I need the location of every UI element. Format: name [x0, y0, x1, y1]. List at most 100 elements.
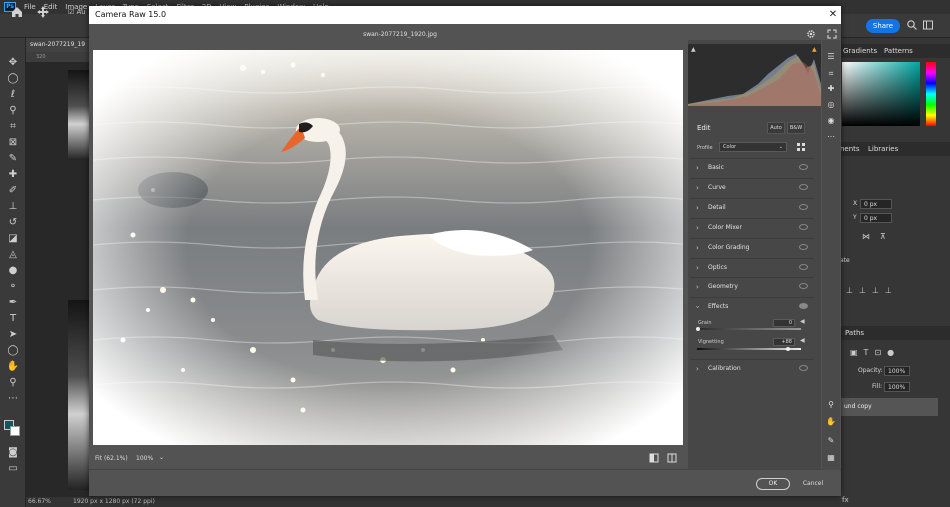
section-curve[interactable]: › Curve [690, 178, 814, 197]
red-eye-icon[interactable]: ◉ [825, 115, 837, 127]
eye-icon[interactable] [799, 224, 808, 230]
grain-slider[interactable] [697, 328, 801, 330]
blur-icon[interactable]: ● [6, 264, 20, 278]
eye-icon[interactable] [799, 264, 808, 270]
eye-icon[interactable] [799, 303, 808, 309]
compare-view-icon[interactable] [667, 453, 677, 463]
eye-icon[interactable] [799, 164, 808, 170]
tab-adjustments[interactable]: nents [840, 142, 860, 156]
fx-icon[interactable]: fx [842, 496, 849, 504]
eraser-icon[interactable]: ◪ [6, 232, 20, 246]
close-icon[interactable]: ✕ [826, 8, 840, 22]
fullscreen-icon[interactable] [827, 29, 837, 39]
path-select-icon[interactable]: ➤ [6, 328, 20, 342]
dodge-icon[interactable]: ⚬ [6, 280, 20, 294]
grid-overlay-icon[interactable]: ▦ [825, 452, 837, 464]
vignetting-value-field[interactable]: +88 [773, 338, 795, 346]
history-brush-icon[interactable]: ↺ [6, 216, 20, 230]
frame-icon[interactable]: ⊠ [6, 136, 20, 150]
ok-button[interactable]: OK [756, 478, 790, 490]
eye-icon[interactable] [799, 204, 808, 210]
tab-paths[interactable]: Paths [845, 326, 864, 340]
pen-icon[interactable]: ✒ [6, 296, 20, 310]
type-tool-icon[interactable]: T [6, 312, 20, 326]
marquee-icon[interactable]: ◯ [6, 72, 20, 86]
paint-bucket-icon[interactable]: ◬ [6, 248, 20, 262]
section-effects[interactable]: › Effects [690, 297, 814, 316]
move-icon[interactable]: ✥ [6, 56, 20, 70]
workspace-icon[interactable] [922, 19, 934, 31]
y-position-field[interactable]: 0 px [860, 213, 892, 223]
shadow-clipping-icon[interactable]: ▲ [691, 46, 696, 53]
ellipse-icon[interactable]: ◯ [6, 344, 20, 358]
zoom-100-option[interactable]: 100% [136, 455, 153, 462]
heal-tool-icon[interactable]: ✚ [825, 83, 837, 95]
highlight-clipping-icon[interactable]: ▲ [812, 46, 817, 53]
menu-file[interactable]: File [24, 3, 36, 11]
quick-select-icon[interactable]: ⚲ [6, 104, 20, 118]
section-detail[interactable]: › Detail [690, 198, 814, 217]
sampler-icon[interactable]: ✎ [825, 435, 837, 447]
document-tab[interactable]: swan-2077219_19 [26, 38, 94, 52]
quick-mask-icon[interactable]: ◙ [6, 446, 20, 460]
zoom-dropdown-icon[interactable]: ⌄ [159, 454, 164, 461]
section-calibration[interactable]: › Calibration [690, 359, 814, 378]
eye-icon[interactable] [799, 244, 808, 250]
hand-icon[interactable]: ✋ [6, 360, 20, 374]
more-options-icon[interactable]: ⋯ [825, 131, 837, 143]
tab-libraries[interactable]: Libraries [868, 142, 898, 156]
crop-rotate-icon[interactable]: ⌗ [825, 68, 837, 80]
edit-tool-icon[interactable]: ☰ [825, 51, 837, 63]
preview-image[interactable] [93, 50, 683, 445]
clone-stamp-icon[interactable]: ⊥ [6, 200, 20, 214]
settings-gear-icon[interactable] [806, 29, 816, 39]
auto-button[interactable]: Auto [767, 122, 785, 134]
brush-icon[interactable]: ✐ [6, 184, 20, 198]
eyedropper-icon[interactable]: ✎ [6, 152, 20, 166]
bw-button[interactable]: B&W [787, 122, 805, 134]
align-icons[interactable]: ⊥⊥⊥⊥ [846, 286, 898, 295]
tab-gradients[interactable]: Gradients [843, 44, 877, 58]
section-basic[interactable]: › Basic [690, 158, 814, 177]
x-position-field[interactable]: 0 px [860, 199, 892, 209]
layer-row[interactable]: und copy [840, 398, 938, 416]
section-geometry[interactable]: › Geometry [690, 277, 814, 296]
reset-triangle-icon[interactable]: ◀ [800, 337, 805, 344]
eye-icon[interactable] [799, 184, 808, 190]
more-tools-icon[interactable]: ⋯ [6, 392, 20, 406]
home-icon[interactable] [10, 5, 24, 19]
eye-icon[interactable] [799, 283, 808, 289]
screen-mode-icon[interactable]: ▭ [6, 462, 20, 476]
zoom-icon[interactable]: ⚲ [6, 376, 20, 390]
vignetting-slider-thumb[interactable] [786, 347, 790, 351]
opacity-field[interactable]: 100% [884, 366, 910, 376]
search-icon[interactable] [906, 19, 918, 31]
profile-dropdown[interactable]: Color ⌄ [719, 142, 787, 152]
background-color-swatch[interactable] [10, 426, 20, 436]
section-optics[interactable]: › Optics [690, 258, 814, 277]
zoom-fit-option[interactable]: Fit (62.1%) [95, 455, 128, 462]
hue-slider[interactable] [926, 62, 936, 126]
grain-value-field[interactable]: 0 [773, 319, 795, 327]
eye-icon[interactable] [799, 365, 808, 371]
masking-icon[interactable]: ◎ [825, 99, 837, 111]
section-color-mixer[interactable]: › Color Mixer [690, 218, 814, 237]
color-picker-field[interactable] [842, 62, 920, 126]
hand-tool-icon[interactable]: ✋ [825, 416, 837, 428]
lasso-icon[interactable]: ℓ [6, 88, 20, 102]
before-after-icon[interactable] [649, 453, 659, 463]
reset-triangle-icon[interactable]: ◀ [800, 318, 805, 325]
zoom-tool-icon[interactable]: ⚲ [825, 399, 837, 411]
section-color-grading[interactable]: › Color Grading [690, 238, 814, 257]
grain-slider-thumb[interactable] [696, 327, 700, 331]
profile-browser-icon[interactable] [796, 142, 806, 152]
flip-vertical-icon[interactable]: ⊼ [880, 232, 886, 241]
fill-field[interactable]: 100% [884, 382, 910, 392]
cancel-button[interactable]: Cancel [800, 478, 826, 490]
crop-icon[interactable]: ⌗ [6, 120, 20, 134]
share-button[interactable]: Share [866, 19, 900, 33]
tab-patterns[interactable]: Patterns [884, 44, 913, 58]
layer-filter-icons[interactable]: ▣T⊡● [850, 348, 900, 357]
healing-brush-icon[interactable]: ✚ [6, 168, 20, 182]
auto-select-checkbox[interactable]: ☑ Au [68, 8, 86, 16]
